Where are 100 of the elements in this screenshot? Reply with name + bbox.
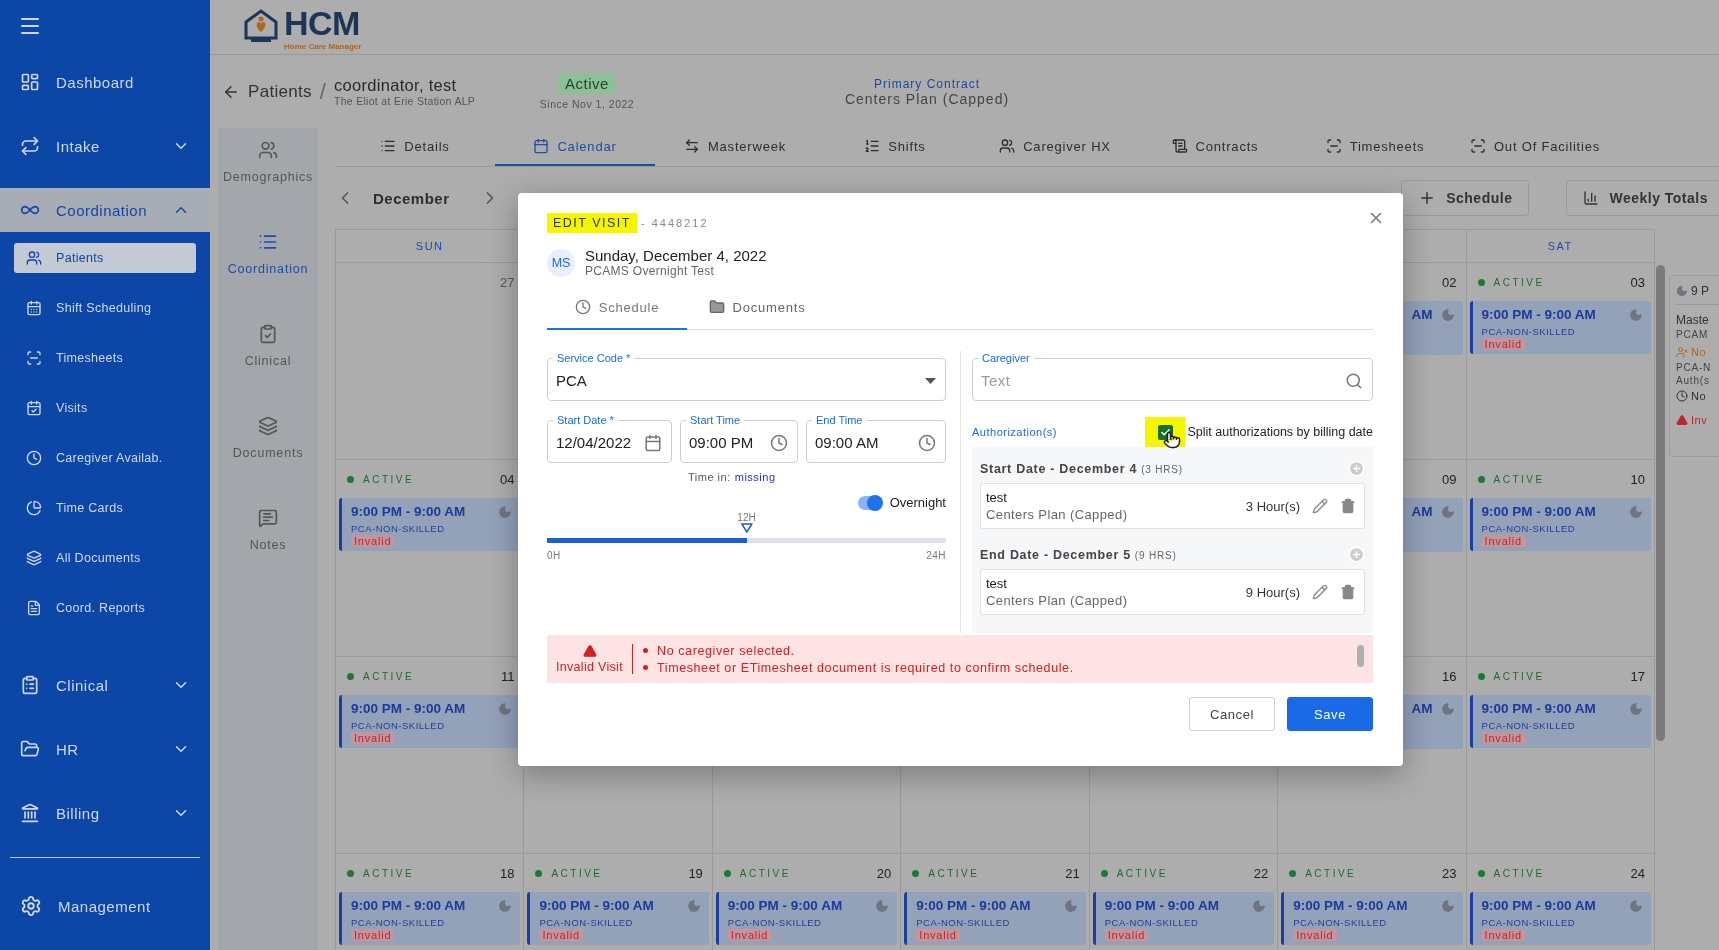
nav-subitem[interactable]: All Documents — [14, 543, 196, 573]
panel-text: No — [1691, 390, 1707, 402]
missing-link[interactable]: missing — [734, 471, 776, 483]
panel-text: Inv — [1691, 414, 1708, 426]
nav-subitem[interactable]: Patients — [14, 243, 196, 273]
event-card[interactable]: 9:00 PM - 9:00 AM PCA-NON-SKILLED Invalid — [1469, 892, 1651, 945]
save-button[interactable]: Save — [1287, 697, 1373, 731]
status-since: Since Nov 1, 2022 — [539, 98, 635, 110]
nav-subitem[interactable]: Timesheets — [14, 343, 196, 373]
time-in-label: Time in: — [688, 471, 731, 483]
tab[interactable]: Masterweek — [655, 128, 815, 166]
input-field[interactable]: 09:00 PM — [689, 434, 764, 451]
tab[interactable]: Caregiver HX — [975, 128, 1135, 166]
event-time: 9:00 PM - 9:00 AM — [1481, 898, 1596, 913]
authorization-hours: 9 Hour(s) — [1245, 584, 1300, 600]
nav-item[interactable]: Dashboard — [0, 60, 210, 104]
input-field[interactable]: Text — [981, 372, 1339, 389]
tab[interactable]: Out Of Facilities — [1455, 128, 1615, 166]
day-number: 09 — [1442, 471, 1457, 487]
day-number: 19 — [688, 865, 703, 881]
nav-subitem[interactable]: Coord. Reports — [14, 593, 196, 623]
back-link[interactable]: Patients — [222, 81, 312, 102]
event-card[interactable]: 9:00 PM - 9:00 AM PCA-NON-SKILLED Invalid — [1281, 892, 1463, 945]
weekly-totals-button[interactable]: Weekly Totals — [1566, 180, 1719, 216]
invalid-tag: Invalid — [1481, 338, 1525, 350]
day-number: 16 — [1442, 668, 1457, 684]
status-label: ACTIVE — [1116, 867, 1168, 879]
nav-item[interactable]: HR — [0, 727, 210, 771]
nav-subitem[interactable]: Visits — [14, 393, 196, 423]
nav-item[interactable]: Clinical — [0, 663, 210, 707]
nav-item[interactable]: Coordination — [0, 188, 210, 232]
nav-subitem[interactable]: Shift Scheduling — [14, 293, 196, 323]
overnight-toggle[interactable] — [857, 495, 882, 510]
event-card[interactable]: 9:00 PM - 9:00 AM PCA-NON-SKILLED Invalid — [1469, 498, 1651, 551]
event-service: PCA-NON-SKILLED — [1481, 720, 1576, 731]
section-nav-item[interactable]: Demographics — [218, 128, 318, 220]
marker-label: 12H — [737, 512, 756, 523]
section-nav-item[interactable]: Documents — [218, 404, 318, 496]
panel-text: 9 P — [1691, 284, 1709, 298]
edit-icon[interactable] — [1312, 498, 1328, 514]
cancel-button[interactable]: Cancel — [1189, 697, 1275, 731]
people-icon — [26, 250, 42, 266]
document-icon — [26, 600, 42, 616]
input-field[interactable]: 09:00 AM — [815, 434, 912, 451]
section-nav-item[interactable]: Notes — [218, 496, 318, 588]
edit-icon[interactable] — [1312, 584, 1328, 600]
calendar-check-icon — [26, 400, 42, 416]
event-card[interactable]: 9:00 PM - 9:00 AM PCA-NON-SKILLED Invalid — [715, 892, 898, 945]
status-dot — [1477, 475, 1485, 483]
nav-subitem[interactable]: Time Cards — [14, 493, 196, 523]
dialog-tab[interactable]: Documents — [687, 286, 827, 330]
nav-item[interactable]: Intake — [0, 124, 210, 168]
panel-text: No — [1691, 346, 1707, 358]
section-nav-item[interactable]: Clinical — [218, 312, 318, 404]
moon-icon — [1440, 701, 1455, 716]
event-time: AM — [1411, 504, 1433, 519]
hours-note: (3 HRS) — [1141, 464, 1183, 475]
moon-icon — [1252, 898, 1267, 913]
event-card[interactable]: 9:00 PM - 9:00 AM PCA-NON-SKILLED Invalid — [339, 498, 521, 551]
event-card[interactable]: 9:00 PM - 9:00 AM PCA-NON-SKILLED Invalid — [527, 892, 709, 945]
gear-icon — [20, 895, 42, 917]
event-card[interactable]: 9:00 PM - 9:00 AM PCA-NON-SKILLED Invalid — [904, 892, 1086, 945]
invalid-tag: Invalid — [351, 732, 395, 744]
scan-icon — [26, 350, 42, 366]
event-time: 9:00 PM - 9:00 AM — [916, 898, 1031, 913]
nav-item[interactable]: Billing — [0, 791, 210, 835]
grid-icon — [20, 72, 40, 92]
trash-icon[interactable] — [1340, 584, 1356, 600]
nav-item[interactable]: Management — [0, 884, 210, 928]
triangle-marker-icon[interactable] — [740, 523, 753, 533]
moon-icon — [1629, 898, 1643, 913]
event-card[interactable]: 9:00 PM - 9:00 AM PCA-NON-SKILLED Invalid — [1469, 695, 1651, 748]
input-field[interactable]: 12/04/2022 — [556, 434, 638, 451]
error-title: Invalid Visit — [556, 660, 623, 674]
event-card[interactable]: 9:00 PM - 9:00 AM PCA-NON-SKILLED Invalid — [1469, 301, 1651, 354]
event-service: PCA-NON-SKILLED — [727, 917, 822, 928]
event-service: PCA-NON-SKILLED — [916, 917, 1010, 928]
section-nav-item[interactable]: Coordination — [218, 220, 318, 312]
document-icon — [1171, 138, 1188, 154]
scrollbar-thumb[interactable] — [1357, 645, 1364, 667]
event-card[interactable]: 9:00 PM - 9:00 AM PCA-NON-SKILLED Invalid — [1092, 892, 1275, 945]
scrollbar-thumb[interactable] — [1656, 265, 1665, 741]
event-card[interactable]: 9:00 PM - 9:00 AM PCA-NON-SKILLED Invalid — [339, 892, 521, 945]
status-dot — [535, 869, 543, 877]
tab[interactable]: Timesheets — [1295, 128, 1455, 166]
tab[interactable]: Shifts — [815, 128, 975, 166]
event-time: 9:00 PM - 9:00 AM — [1481, 701, 1596, 716]
scan-icon — [1325, 138, 1342, 154]
tab[interactable]: Calendar — [495, 128, 655, 166]
tab[interactable]: Contracts — [1135, 128, 1295, 166]
caret-icon[interactable] — [925, 377, 936, 384]
event-card[interactable]: 9:00 PM - 9:00 AM PCA-NON-SKILLED Invalid — [339, 695, 521, 748]
input-field[interactable]: PCA — [556, 372, 919, 389]
dialog-tab[interactable]: Schedule — [547, 286, 687, 330]
dialog-title: EDIT VISIT — [547, 213, 637, 233]
event-time: 9:00 PM - 9:00 AM — [539, 898, 654, 913]
trash-icon[interactable] — [1340, 498, 1356, 514]
tab[interactable]: Details — [335, 128, 495, 166]
calendar-icon — [533, 138, 550, 154]
nav-subitem[interactable]: Caregiver Availab. — [14, 443, 196, 473]
